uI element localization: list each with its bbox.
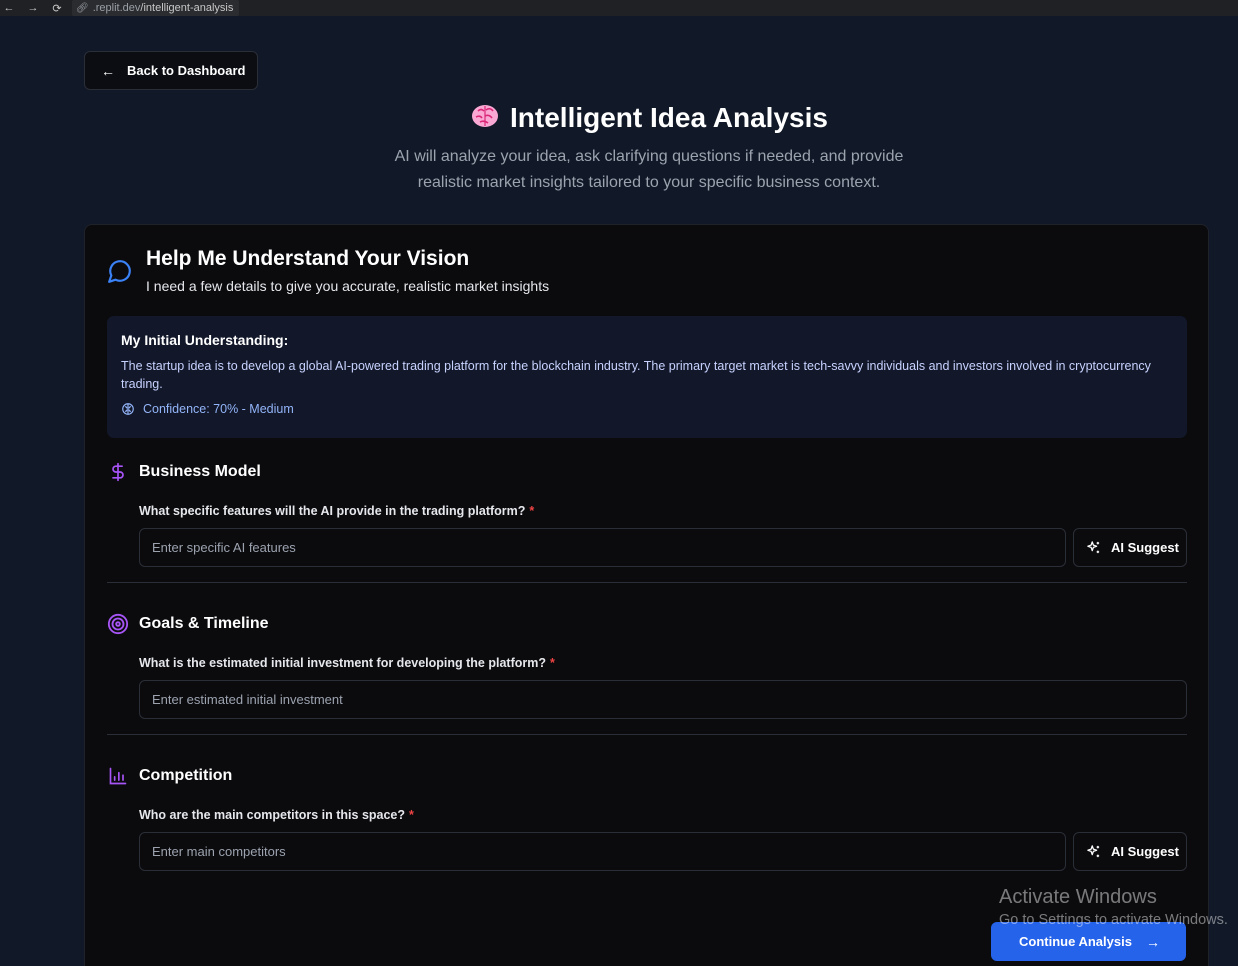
ai-suggest-button[interactable]: AI Suggest — [1073, 832, 1187, 871]
reload-icon[interactable]: ⟳ — [50, 2, 64, 15]
question-text: Who are the main competitors in this spa… — [139, 808, 406, 822]
required-marker: * — [550, 656, 555, 670]
clarification-card: Help Me Understand Your Vision I need a … — [84, 224, 1209, 966]
sparkles-icon — [1087, 845, 1100, 858]
understanding-text: The startup idea is to develop a global … — [121, 359, 1151, 391]
back-to-dashboard-button[interactable]: ← Back to Dashboard — [84, 51, 258, 90]
target-icon — [107, 613, 129, 635]
question-label: What is the estimated initial investment… — [139, 656, 555, 670]
ai-suggest-label: AI Suggest — [1111, 844, 1179, 859]
brain-icon — [470, 103, 500, 136]
card-title: Help Me Understand Your Vision — [146, 247, 470, 270]
section-competition: Competition — [107, 765, 232, 787]
question-text: What specific features will the AI provi… — [139, 504, 526, 518]
required-marker: * — [409, 808, 414, 822]
initial-understanding-box: My Initial Understanding: The startup id… — [107, 316, 1187, 438]
link-icon: 🔗︎ — [76, 2, 89, 14]
competitors-input[interactable] — [139, 832, 1066, 871]
sparkles-icon — [1087, 541, 1100, 554]
page-title-text: Intelligent Idea Analysis — [510, 102, 828, 133]
ai-features-input[interactable] — [139, 528, 1066, 567]
section-goals-timeline: Goals & Timeline — [107, 613, 269, 635]
question-label: What specific features will the AI provi… — [139, 504, 534, 518]
section-divider — [107, 734, 1187, 735]
question-text: What is the estimated initial investment… — [139, 656, 546, 670]
brain-outline-icon — [122, 403, 134, 415]
required-marker: * — [529, 504, 535, 518]
browser-bar: ← → ⟳ 🔗︎ .replit.dev/intelligent-analysi… — [0, 0, 1238, 16]
understanding-heading: My Initial Understanding: — [121, 332, 289, 348]
address-bar[interactable]: 🔗︎ .replit.dev/intelligent-analysis — [72, 0, 240, 16]
confidence-text: Confidence: 70% - Medium — [143, 402, 294, 416]
arrow-right-icon: → — [1145, 933, 1160, 950]
continue-label: Continue Analysis — [1019, 934, 1132, 949]
arrow-left-icon: ← — [101, 62, 115, 79]
url-domain: .replit.dev — [92, 2, 141, 14]
page-subtitle: AI will analyze your idea, ask clarifyin… — [394, 148, 904, 191]
confidence-indicator: Confidence: 70% - Medium — [121, 402, 1173, 416]
section-title: Goals & Timeline — [139, 615, 269, 632]
url-path: /intelligent-analysis — [140, 2, 234, 14]
section-divider — [107, 582, 1187, 583]
back-button-label: Back to Dashboard — [127, 63, 246, 78]
section-title: Competition — [139, 767, 233, 784]
chat-bubble-icon — [107, 258, 133, 289]
ai-suggest-button[interactable]: AI Suggest — [1073, 528, 1187, 567]
page-title: Intelligent Idea Analysis — [0, 102, 1238, 136]
back-nav-icon[interactable]: ← — [2, 2, 16, 14]
forward-nav-icon[interactable]: → — [26, 2, 40, 14]
question-label: Who are the main competitors in this spa… — [139, 808, 414, 822]
initial-investment-input[interactable] — [139, 680, 1187, 719]
continue-analysis-button[interactable]: Continue Analysis → — [991, 922, 1186, 961]
ai-suggest-label: AI Suggest — [1111, 540, 1179, 555]
section-business-model: Business Model — [107, 461, 261, 483]
bar-chart-icon — [107, 765, 129, 787]
dollar-icon — [107, 461, 129, 483]
card-subtitle: I need a few details to give you accurat… — [146, 278, 550, 294]
section-title: Business Model — [139, 463, 261, 480]
